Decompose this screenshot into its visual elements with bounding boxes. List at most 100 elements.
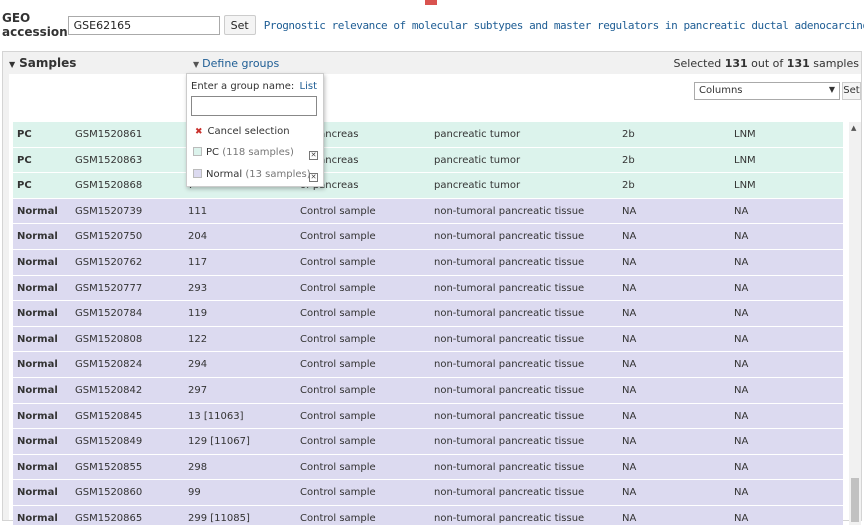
cell-gsm: GSM1520784 [75,308,143,320]
cell-c3: 297 [188,384,208,396]
collapse-triangle-icon: ▼ [9,60,16,69]
table-row[interactable]: Normal GSM1520845 13 [11063] Control sample… [13,403,843,430]
cell-c4: Control sample [300,256,376,268]
cell-group: Normal [17,231,58,243]
remove-group-icon[interactable]: ✕ [309,173,318,182]
cell-c6: 2b [622,180,635,192]
selected-mid: out of [751,57,784,70]
cell-c7: LNM [734,154,756,166]
table-row[interactable]: Normal GSM1520865 299 [11085] Control sampl… [13,505,843,525]
cancel-selection[interactable]: ✖ Cancel selection [195,126,290,137]
cell-c5: pancreatic tumor [434,129,521,140]
group-item-normal[interactable]: Normal (13 samples) [193,169,311,180]
cell-gsm: GSM1520762 [75,256,143,268]
cell-c7: LNM [734,129,756,140]
cell-c6: NA [622,308,637,320]
cell-c4: Control sample [300,487,376,499]
table-scrollbar[interactable]: ▲ ▼ [849,122,861,525]
cell-c6: NA [622,231,637,243]
cell-group: Normal [17,256,58,268]
scrollbar-thumb[interactable] [851,478,859,522]
table-row[interactable]: Normal GSM1520842 297 Control sample non-tum… [13,377,843,404]
columns-select[interactable]: Columns ▼ [694,82,840,100]
define-groups-popup: Enter a group name: List ✖ Cancel selecti… [186,73,324,187]
cell-group: Normal [17,308,58,320]
cell-c5: non-tumoral pancreatic tissue [434,436,585,448]
group-name-input[interactable] [191,96,317,116]
cell-c5: non-tumoral pancreatic tissue [434,359,585,371]
cell-group: Normal [17,282,58,294]
remove-group-icon[interactable]: ✕ [309,151,318,160]
cell-group: Normal [17,512,58,524]
cell-c3: 294 [188,359,208,371]
cell-c7: NA [734,231,749,243]
total-count: 131 [786,57,810,70]
cell-group: PC [17,129,32,140]
group-item-pc[interactable]: PC (118 samples) [193,147,294,158]
group-count: (118 samples) [222,147,294,158]
cell-gsm: GSM1520860 [75,487,143,499]
cell-gsm: GSM1520750 [75,231,143,243]
cell-group: Normal [17,410,58,422]
list-link[interactable]: List [300,81,317,92]
cell-c6: NA [622,384,637,396]
cell-c3: 129 [11067] [188,436,250,448]
dataset-title: Prognostic relevance of molecular subtyp… [263,18,864,32]
cell-c4: Control sample [300,410,376,422]
selected-prefix: Selected [673,57,722,70]
geo-accession-input[interactable] [67,15,220,35]
cell-c7: LNM [734,180,756,192]
cell-c5: non-tumoral pancreatic tissue [434,256,585,268]
table-row[interactable]: Normal GSM1520860 99 Control sample non-tumo… [13,480,843,506]
cell-c7: NA [734,461,749,473]
cell-c6: NA [622,333,637,345]
table-row[interactable]: Normal GSM1520855 298 Control sample non-tum… [13,454,843,481]
cell-c7: NA [734,487,749,499]
columns-set-button[interactable]: Set [842,82,861,100]
table-row[interactable]: PCGSM15208687of pancreaspancreatic tumor… [13,173,843,199]
samples-toggle[interactable]: ▼ Samples [9,56,76,70]
cell-c5: non-tumoral pancreatic tissue [434,308,585,320]
cell-c3: 117 [188,256,208,268]
cell-c4: Control sample [300,384,376,396]
group-color-swatch [193,169,202,178]
selection-summary: Selected 131 out of 131 samples [674,57,859,70]
cell-c5: pancreatic tumor [434,180,521,192]
cell-c5: non-tumoral pancreatic tissue [434,282,585,294]
cell-c3: 111 [188,205,208,217]
samples-panel: ▼ Samples ▼ Define groups Selected 131 out… [2,51,862,525]
table-row[interactable]: Normal GSM1520849 129 [11067] Control sampl… [13,429,843,455]
cell-c4: Control sample [300,333,376,345]
cell-gsm: GSM1520808 [75,333,143,345]
table-row[interactable]: Normal GSM1520808 122 Control sample non-tum… [13,326,843,353]
scroll-up-icon[interactable]: ▲ [851,124,856,132]
geo-set-button[interactable]: Set [223,15,256,35]
cell-c5: non-tumoral pancreatic tissue [434,487,585,499]
group-name-prompt: Enter a group name: [191,81,295,92]
cell-c4: Control sample [300,461,376,473]
table-row[interactable]: Normal GSM1520762 117 Control sample non-tum… [13,249,843,276]
cell-gsm: GSM1520777 [75,282,143,294]
define-groups-toggle[interactable]: ▼ Define groups [193,57,279,70]
table-row[interactable]: Normal GSM1520824 294 Control sample non-tum… [13,352,843,378]
cell-gsm: GSM1520845 [75,410,143,422]
cell-c3: 298 [188,461,208,473]
samples-header: ▼ Samples ▼ Define groups Selected 131 out… [3,52,861,74]
cell-c3: 99 [188,487,201,499]
cell-gsm: GSM1520861 [75,129,143,140]
cell-c6: NA [622,205,637,217]
cell-c7: NA [734,436,749,448]
table-row[interactable]: Normal GSM1520784 119 Control sample non-tum… [13,301,843,327]
table-row[interactable]: Normal GSM1520739 111 Control sample non-tum… [13,198,843,225]
cell-c3: 299 [11085] [188,512,250,524]
cell-c4: Control sample [300,359,376,371]
group-color-swatch [193,147,202,156]
table-row[interactable]: Normal GSM1520777 293 Control sample non-tum… [13,275,843,302]
table-row[interactable]: PCGSM15208639of pancreaspancreatic tumor… [13,147,843,174]
cell-group: Normal [17,384,58,396]
cell-gsm: GSM1520739 [75,205,143,217]
cell-c7: NA [734,333,749,345]
cell-c5: non-tumoral pancreatic tissue [434,461,585,473]
table-row[interactable]: Normal GSM1520750 204 Control sample non-tum… [13,224,843,250]
table-row[interactable]: PCGSM15208619of pancreaspancreatic tumor… [13,122,843,148]
